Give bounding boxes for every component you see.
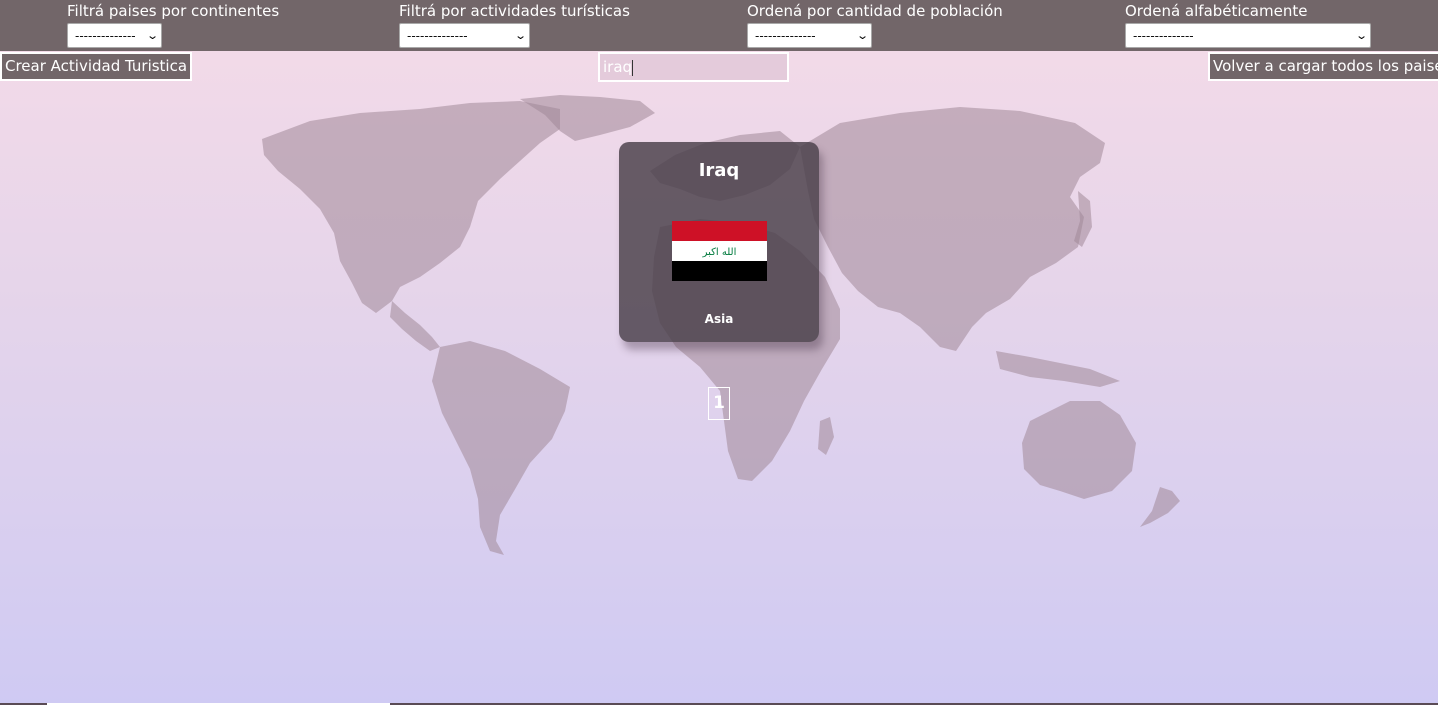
country-name: Iraq bbox=[698, 160, 740, 181]
activity-select-value: -------------- bbox=[407, 28, 468, 43]
pagination-page-button[interactable]: 1 bbox=[708, 387, 730, 420]
flag-emblem-text: الله اكبر bbox=[702, 247, 737, 258]
chevron-down-icon: ⌄ bbox=[513, 29, 527, 42]
create-activity-button[interactable]: Crear Actividad Turistica bbox=[0, 52, 193, 81]
population-select[interactable]: -------------- ⌄ bbox=[747, 23, 872, 48]
chevron-down-icon: ⌄ bbox=[855, 29, 869, 42]
text-caret bbox=[632, 59, 634, 76]
alphabetical-sort-label: Ordená alfabéticamente bbox=[1125, 2, 1308, 20]
chevron-down-icon: ⌄ bbox=[1354, 29, 1368, 42]
population-select-value: -------------- bbox=[755, 28, 816, 43]
alphabetical-sort: Ordená alfabéticamente -------------- ⌄ bbox=[1125, 2, 1371, 48]
alphabetical-select[interactable]: -------------- ⌄ bbox=[1125, 23, 1371, 48]
continent-select-value: -------------- bbox=[75, 28, 136, 43]
activity-filter: Filtrá por actividades turísticas ------… bbox=[399, 2, 630, 48]
activity-filter-label: Filtrá por actividades turísticas bbox=[399, 2, 630, 20]
country-continent: Asia bbox=[704, 312, 734, 326]
continent-filter-label: Filtrá paises por continentes bbox=[67, 2, 280, 20]
continent-filter: Filtrá paises por continentes ----------… bbox=[67, 2, 279, 48]
search-input-value: iraq bbox=[603, 58, 633, 76]
search-input[interactable]: iraq bbox=[598, 52, 789, 82]
topbar: Filtrá paises por continentes ----------… bbox=[0, 0, 1438, 51]
population-sort-label: Ordená por cantidad de población bbox=[747, 2, 1003, 20]
activity-select[interactable]: -------------- ⌄ bbox=[399, 23, 530, 48]
continent-select[interactable]: -------------- ⌄ bbox=[67, 23, 162, 48]
alphabetical-select-value: -------------- bbox=[1133, 28, 1194, 43]
reload-all-countries-button[interactable]: Volver a cargar todos los paises bbox=[1208, 52, 1438, 81]
chevron-down-icon: ⌄ bbox=[145, 29, 159, 42]
iraq-flag-image: الله اكبر bbox=[672, 221, 767, 281]
country-card[interactable]: Iraq الله اكبر Asia bbox=[619, 142, 819, 342]
population-sort: Ordená por cantidad de población -------… bbox=[747, 2, 1003, 48]
